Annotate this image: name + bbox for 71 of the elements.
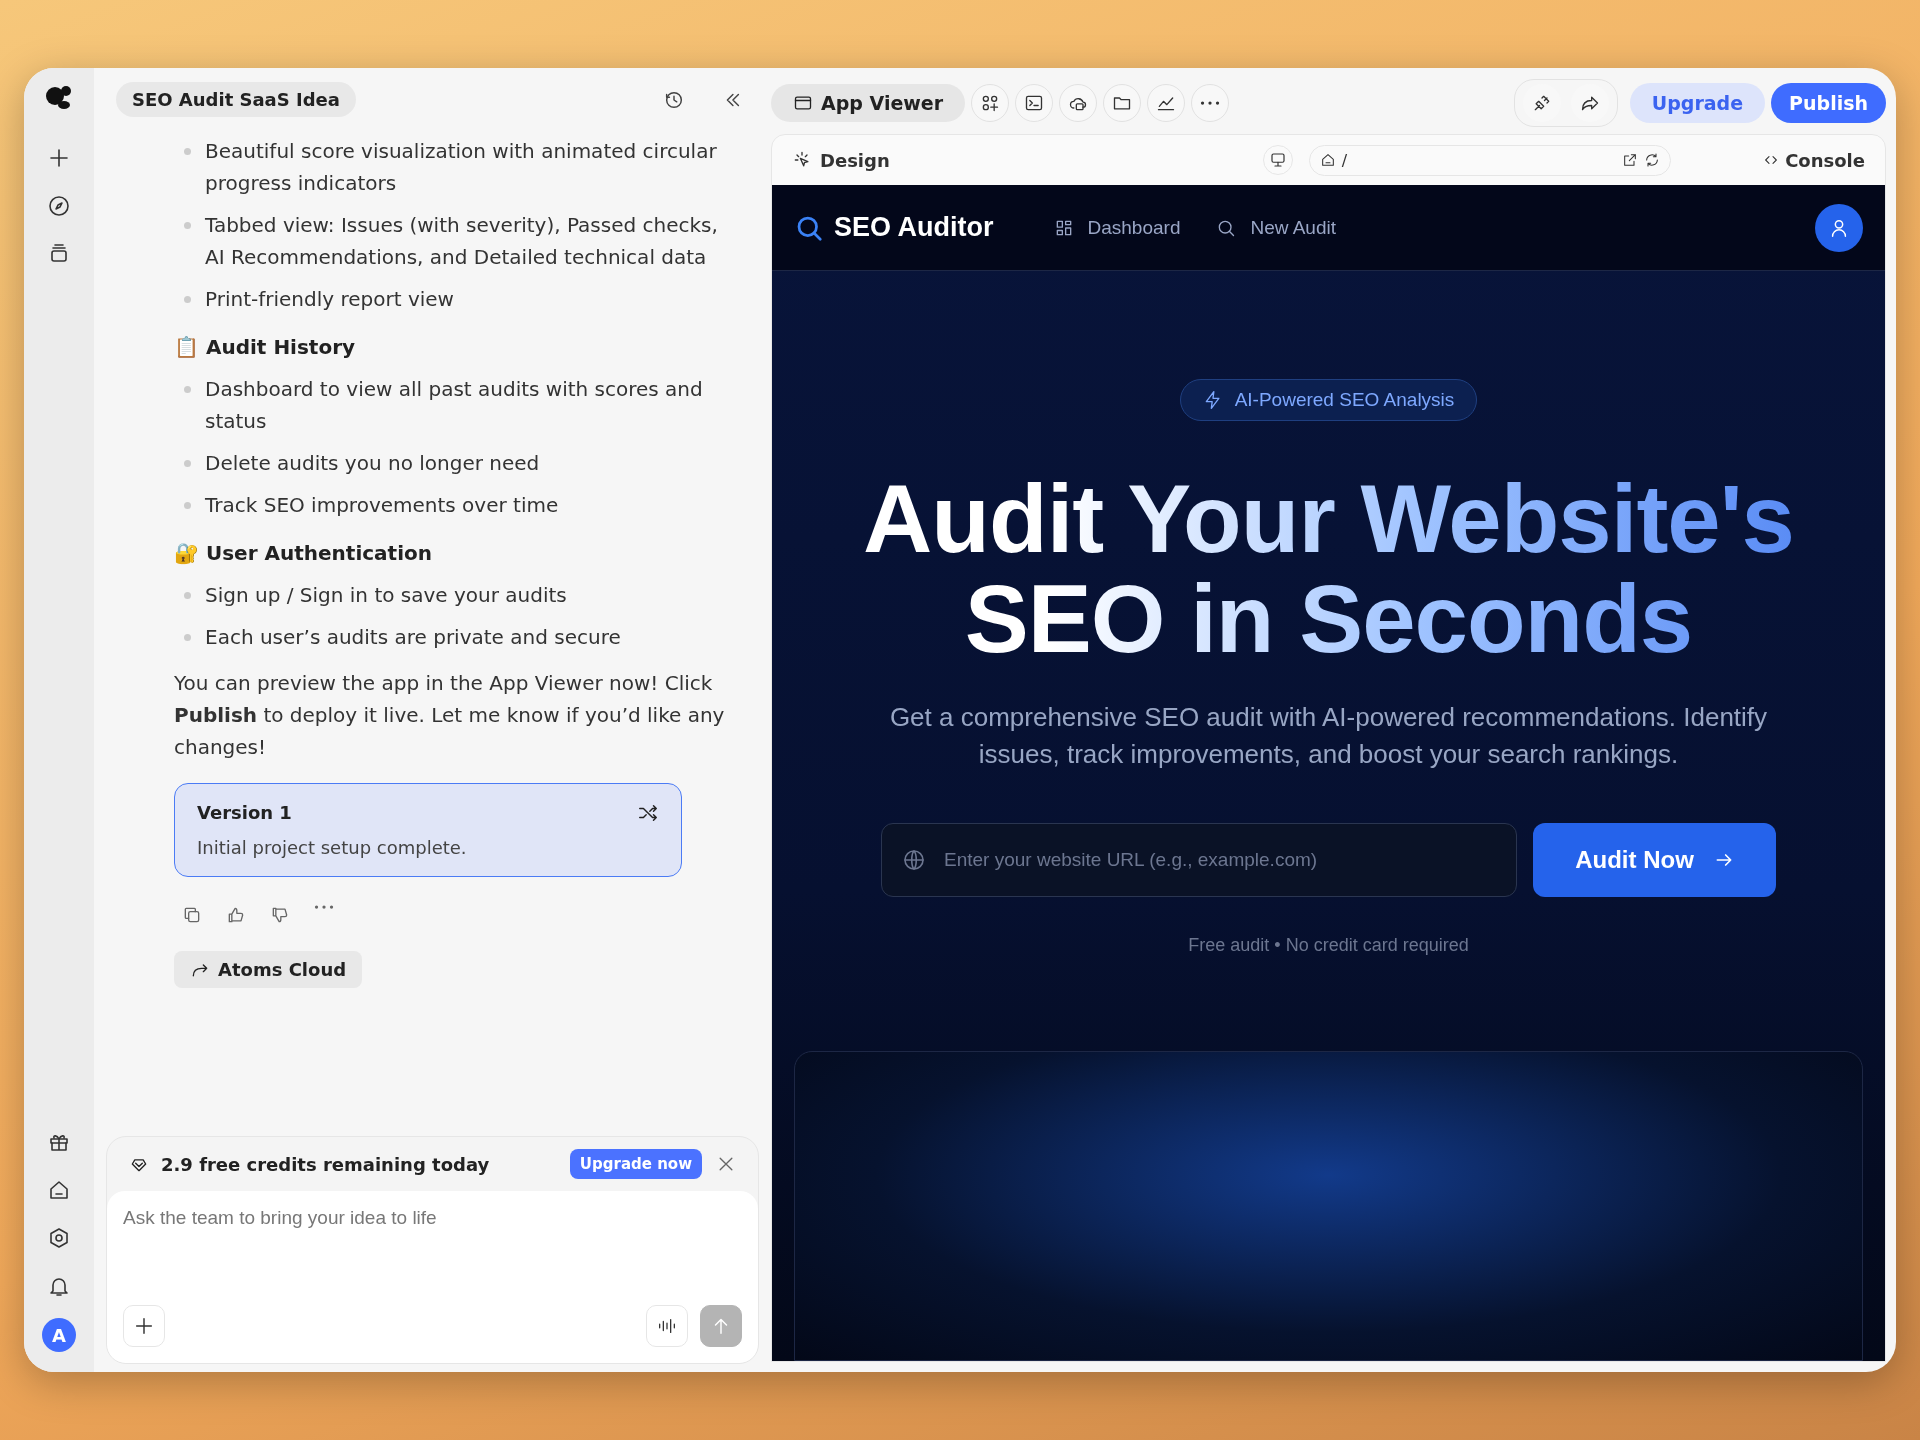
- voice-button[interactable]: [646, 1305, 688, 1347]
- folder-button[interactable]: [1103, 84, 1142, 122]
- upgrade-now-button[interactable]: Upgrade now: [569, 1149, 702, 1179]
- home-icon: [1319, 152, 1336, 168]
- list-item: Sign up / Sign in to save your audits: [205, 582, 567, 609]
- version-title: Version 1: [197, 802, 293, 823]
- bullet-dot: [184, 296, 191, 303]
- home-icon: [47, 1178, 71, 1202]
- like-button[interactable]: [226, 905, 246, 925]
- version-card[interactable]: Version 1 Initial project setup complete.: [174, 783, 682, 877]
- profile-button[interactable]: [1815, 203, 1863, 252]
- credits-text: 2.9 free credits remaining today: [161, 1153, 490, 1175]
- audit-now-button[interactable]: Audit Now: [1533, 823, 1776, 897]
- more-icon: [1200, 101, 1221, 105]
- app-viewer-tab[interactable]: App Viewer: [771, 84, 966, 122]
- upgrade-button[interactable]: Upgrade: [1629, 83, 1766, 123]
- bullet-dot: [184, 222, 191, 229]
- nav-link[interactable]: New Audit: [1216, 216, 1336, 239]
- settings-icon: [47, 1226, 71, 1250]
- dislike-button[interactable]: [270, 905, 290, 925]
- monitor-icon: [1268, 151, 1287, 169]
- globe-icon: [902, 848, 926, 872]
- nav-link[interactable]: Dashboard: [1053, 216, 1181, 239]
- bullet-dot: [184, 592, 191, 599]
- cloud-database-button[interactable]: [1059, 84, 1098, 122]
- copy-button[interactable]: [182, 905, 202, 925]
- list-item: Delete audits you no longer need: [205, 450, 540, 477]
- external-link-icon: [1621, 152, 1638, 168]
- bullet-dot: [184, 148, 191, 155]
- bullet-dot: [184, 460, 191, 467]
- console-button[interactable]: Console: [1763, 149, 1865, 171]
- design-button[interactable]: Design: [792, 149, 890, 171]
- refresh-icon: [1643, 152, 1660, 168]
- bullet-dot: [184, 634, 191, 641]
- section-heading: 📋 Audit History: [174, 335, 357, 359]
- list-item: Beautiful score visualization with animated circular progress indicators: [205, 138, 718, 197]
- section-heading: 🔐 User Authentication: [174, 541, 433, 565]
- version-description: Initial project setup complete.: [197, 837, 468, 858]
- list-item: Tabbed view: Issues (with severity), Passed checks, AI Recommendations, and Detailed technical data: [205, 212, 719, 271]
- list-item: Dashboard to view all past audits with scores and status: [205, 376, 704, 435]
- list-item: Each user’s audits are private and secure: [205, 624, 621, 651]
- copy-icon: [182, 905, 202, 925]
- prompt-box[interactable]: Ask the team to bring your idea to life: [107, 1191, 758, 1363]
- analytics-button[interactable]: [1147, 84, 1186, 122]
- hero-subtitle: Get a comprehensive SEO audit with AI-powered recommendations. Identify issues, track improvements, and boost your search rankings.: [888, 701, 1769, 771]
- apps-icon: [980, 93, 1001, 113]
- list-item: Print-friendly report view: [205, 286, 454, 313]
- bullet-dot: [184, 502, 191, 509]
- publish-button[interactable]: Publish: [1771, 83, 1886, 123]
- message-paragraph: You can preview the app in the App Viewer now! Click Publish to deploy it live. Let me know if you’d like any changes!: [174, 670, 726, 761]
- apps-button[interactable]: [971, 84, 1010, 122]
- plus-icon: [133, 1315, 155, 1337]
- shuffle-icon: [637, 802, 659, 824]
- bullet-dot: [184, 386, 191, 393]
- more-icon: [314, 905, 334, 909]
- app-brand[interactable]: SEO Auditor: [834, 212, 994, 243]
- new-icon: [47, 146, 71, 170]
- user-avatar[interactable]: A: [42, 1318, 76, 1352]
- cloud-button[interactable]: Atoms Cloud: [174, 951, 363, 988]
- project-title[interactable]: SEO Audit SaaS Idea: [116, 82, 356, 117]
- thumbs-up-icon: [226, 905, 246, 925]
- attach-button[interactable]: [123, 1305, 165, 1347]
- compass-icon: [47, 194, 71, 218]
- terminal-icon: [1024, 93, 1045, 113]
- hero-note: Free audit • No credit card required: [1188, 935, 1469, 956]
- feature-badge: AI-Powered SEO Analysis: [1179, 379, 1478, 421]
- url-field[interactable]: Enter your website URL (e.g., example.com): [942, 848, 1496, 872]
- terminal-button[interactable]: [1015, 84, 1054, 122]
- url-input[interactable]: Enter your website URL (e.g., example.com): [881, 823, 1517, 897]
- thumbs-down-icon: [270, 905, 290, 925]
- list-item: Track SEO improvements over time: [205, 492, 559, 519]
